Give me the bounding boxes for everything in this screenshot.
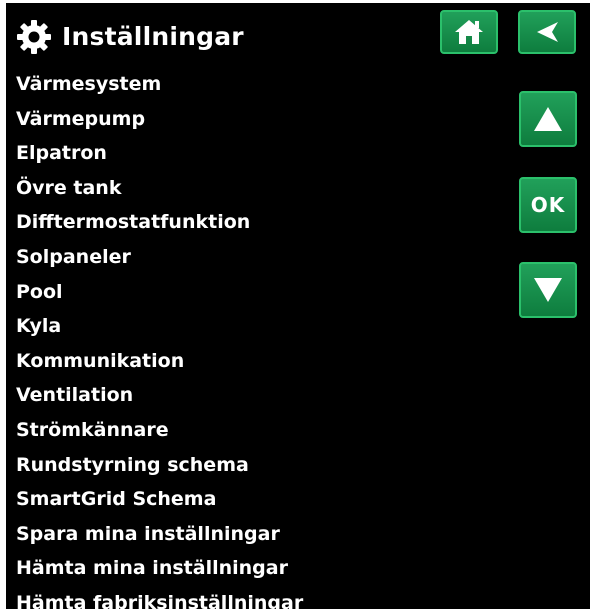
up-arrow-icon: [534, 107, 562, 131]
back-arrow-icon: [537, 22, 558, 42]
back-button[interactable]: [518, 10, 576, 54]
settings-screen: Inställningar Värmesystem Värmepump Elpa…: [6, 3, 590, 609]
menu-item-varmesystem[interactable]: Värmesystem: [16, 67, 303, 102]
ok-button-label: OK: [530, 193, 566, 217]
scroll-down-button[interactable]: [519, 262, 577, 318]
menu-item-rundstyrning-schema[interactable]: Rundstyrning schema: [16, 448, 303, 483]
menu-item-ovre-tank[interactable]: Övre tank: [16, 171, 303, 206]
home-icon: [455, 20, 483, 44]
ok-button[interactable]: OK: [519, 177, 577, 233]
menu-item-ventilation[interactable]: Ventilation: [16, 378, 303, 413]
gear-icon: [17, 20, 51, 54]
down-arrow-icon: [534, 278, 562, 302]
menu-item-spara-mina-installningar[interactable]: Spara mina inställningar: [16, 517, 303, 552]
page-title: Inställningar: [62, 22, 244, 51]
scroll-up-button[interactable]: [519, 91, 577, 147]
menu-item-solpaneler[interactable]: Solpaneler: [16, 240, 303, 275]
menu-item-hamta-fabriksinstallningar[interactable]: Hämta fabriksinställningar: [16, 586, 303, 609]
settings-menu: Värmesystem Värmepump Elpatron Övre tank…: [16, 67, 303, 609]
menu-item-kyla[interactable]: Kyla: [16, 309, 303, 344]
menu-item-varmepump[interactable]: Värmepump: [16, 102, 303, 137]
menu-item-stromkannare[interactable]: Strömkännare: [16, 413, 303, 448]
home-button[interactable]: [440, 10, 498, 54]
menu-item-elpatron[interactable]: Elpatron: [16, 136, 303, 171]
menu-item-difftermostatfunktion[interactable]: Difftermostatfunktion: [16, 205, 303, 240]
menu-item-smartgrid-schema[interactable]: SmartGrid Schema: [16, 482, 303, 517]
menu-item-kommunikation[interactable]: Kommunikation: [16, 344, 303, 379]
title-bar: Inställningar: [6, 3, 590, 67]
menu-item-hamta-mina-installningar[interactable]: Hämta mina inställningar: [16, 551, 303, 586]
menu-item-pool[interactable]: Pool: [16, 275, 303, 310]
